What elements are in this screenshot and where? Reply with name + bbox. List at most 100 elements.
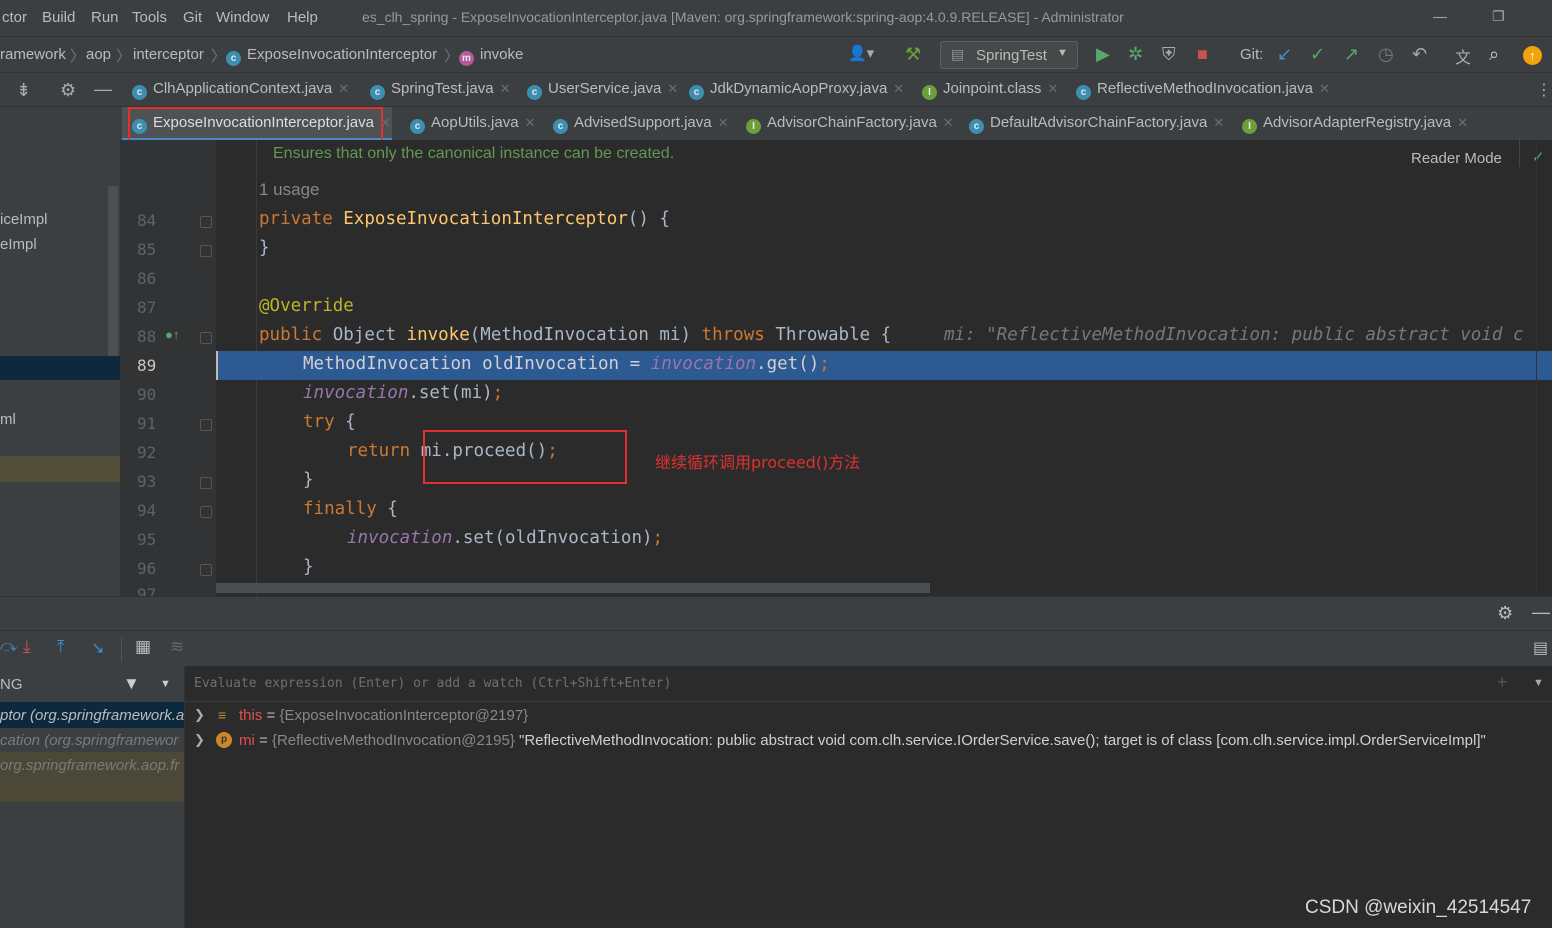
tab-userservice[interactable]: c UserService.java ✕ (527, 80, 678, 100)
menu-build[interactable]: Build (42, 9, 75, 26)
thread-selector[interactable]: NG (0, 676, 23, 693)
tab-clhapplicationcontext[interactable]: c ClhApplicationContext.java ✕ (132, 80, 349, 100)
fold-icon[interactable] (200, 332, 212, 344)
gear-icon[interactable]: ⚙ (60, 80, 76, 101)
close-icon[interactable]: ✕ (1213, 115, 1224, 130)
chevron-down-icon[interactable]: ▼ (160, 678, 171, 690)
close-icon[interactable]: ✕ (338, 81, 349, 96)
class-icon: c (132, 85, 147, 100)
tab-aoputils[interactable]: c AopUtils.java ✕ (410, 114, 535, 134)
rollback-icon[interactable]: ↶ (1412, 44, 1427, 65)
menu-git[interactable]: Git (183, 9, 202, 26)
tab-exposeinvocationinterceptor[interactable]: c ExposeInvocationInterceptor.java ✕ (132, 114, 391, 134)
tab-advisoradapterregistry[interactable]: I AdvisorAdapterRegistry.java ✕ (1242, 114, 1468, 134)
tab-reflectivemethodinvocation[interactable]: c ReflectiveMethodInvocation.java ✕ (1076, 80, 1330, 100)
project-item[interactable]: ml (0, 411, 16, 428)
tab-joinpoint[interactable]: I Joinpoint.class ✕ (922, 80, 1058, 100)
horizontal-scrollbar[interactable] (216, 583, 930, 593)
user-icon[interactable]: 👤▾ (848, 44, 874, 62)
collapse-icon[interactable]: ⇟ (16, 80, 31, 101)
tab-springtest[interactable]: c SpringTest.java ✕ (370, 80, 510, 100)
git-commit-icon[interactable]: ✓ (1310, 44, 1325, 65)
tab-defaultadvisorchainfactory[interactable]: c DefaultAdvisorChainFactory.java ✕ (969, 114, 1224, 134)
trace-icon[interactable]: ≋ (170, 637, 184, 657)
breadcrumb-aop[interactable]: aop (86, 46, 111, 63)
hide-panel-icon[interactable]: — (1532, 602, 1550, 623)
chevron-down-icon[interactable]: ▼ (1533, 677, 1544, 689)
tab-advisedsupport[interactable]: c AdvisedSupport.java ✕ (553, 114, 729, 134)
tab-jdkdynamicaopproxy[interactable]: c JdkDynamicAopProxy.java ✕ (689, 80, 904, 100)
git-push-icon[interactable]: ↗ (1344, 44, 1359, 65)
close-icon[interactable]: ✕ (525, 115, 536, 130)
project-item[interactable]: iceImpl (0, 211, 48, 228)
breadcrumb-method[interactable]: m invoke (459, 46, 523, 66)
close-icon[interactable]: ✕ (1047, 81, 1058, 96)
project-highlight-row[interactable] (0, 456, 120, 482)
evaluate-input[interactable]: Evaluate expression (Enter) or add a wat… (194, 676, 671, 691)
menu-help[interactable]: Help (287, 9, 318, 26)
fold-icon[interactable] (200, 245, 212, 257)
evaluate-icon[interactable]: ▦ (135, 637, 151, 657)
run-config-select[interactable]: ▤ SpringTest ▼ (940, 41, 1078, 69)
add-watch-icon[interactable]: + (1497, 672, 1508, 693)
close-icon[interactable]: ✕ (380, 115, 391, 130)
hide-panel-icon[interactable]: — (94, 79, 112, 100)
minimize-icon[interactable]: — (1433, 8, 1447, 24)
translate-icon[interactable]: 文 (1455, 44, 1471, 68)
fold-icon[interactable] (200, 216, 212, 228)
gear-icon[interactable]: ⚙ (1497, 603, 1513, 624)
menu-run[interactable]: Run (91, 9, 119, 26)
run-icon[interactable]: ▶ (1096, 44, 1110, 65)
close-icon[interactable]: ✕ (667, 81, 678, 96)
menu-window[interactable]: Window (216, 9, 269, 26)
vertical-scrollbar-track[interactable] (1536, 140, 1552, 596)
update-icon[interactable]: ↑ (1523, 46, 1542, 65)
git-update-icon[interactable]: ↙ (1277, 44, 1292, 65)
breadcrumb-interceptor[interactable]: interceptor (133, 46, 204, 63)
override-marker-icon[interactable]: ●↑ (165, 327, 179, 342)
stop-icon[interactable]: ■ (1197, 44, 1208, 65)
code-line-91: try { (303, 412, 356, 432)
close-icon[interactable]: ✕ (893, 81, 904, 96)
coverage-icon[interactable]: ⛨ (1162, 44, 1176, 65)
filter-icon[interactable]: ▼ (123, 674, 140, 694)
expand-icon[interactable]: ❯ (194, 732, 205, 748)
evaluate-bar[interactable]: Evaluate expression (Enter) or add a wat… (185, 666, 1552, 702)
frame-item[interactable]: ptor (org.springframework.a (0, 707, 184, 724)
tab-advisorchainfactory[interactable]: I AdvisorChainFactory.java ✕ (746, 114, 954, 134)
menu-tools[interactable]: Tools (132, 9, 167, 26)
frame-item[interactable]: org.springframework.aop.fr (0, 757, 179, 774)
debug-icon[interactable]: ✲ (1128, 44, 1143, 65)
fold-icon[interactable] (200, 419, 212, 431)
close-icon[interactable]: ✕ (1457, 115, 1468, 130)
breadcrumb-framework[interactable]: ramework (0, 46, 66, 63)
project-selected-row[interactable] (0, 356, 120, 380)
close-icon[interactable]: ✕ (500, 81, 511, 96)
close-icon[interactable]: ✕ (1319, 81, 1330, 96)
fold-icon[interactable] (200, 506, 212, 518)
step-over-icon[interactable]: ⤼ (0, 638, 17, 656)
restore-icon[interactable]: ❐ (1492, 8, 1505, 25)
variable-mi[interactable]: mi = {ReflectiveMethodInvocation@2195} "… (239, 732, 1486, 749)
menu-refactor[interactable]: ctor (2, 9, 27, 26)
expand-icon[interactable]: ❯ (194, 707, 205, 723)
variable-this[interactable]: this = {ExposeInvocationInterceptor@2197… (239, 707, 528, 724)
layout-icon[interactable]: ▤ (1533, 638, 1548, 658)
search-icon[interactable]: ⌕ (1489, 44, 1499, 65)
step-out-icon[interactable]: ⤒ (57, 637, 65, 657)
fold-icon[interactable] (200, 564, 212, 576)
run-to-cursor-icon[interactable]: ↘ (91, 638, 104, 658)
close-icon[interactable]: ✕ (718, 115, 729, 130)
step-into-icon[interactable]: ⤓ (23, 637, 31, 657)
frame-item[interactable]: cation (org.springframewor (0, 732, 178, 749)
scrollbar[interactable] (108, 186, 118, 356)
history-icon[interactable]: ◷ (1378, 44, 1394, 65)
breadcrumb-class[interactable]: c ExposeInvocationInterceptor (226, 46, 437, 66)
reader-mode-button[interactable]: Reader Mode (1411, 150, 1502, 167)
usage-hint[interactable]: 1 usage (259, 180, 320, 200)
build-hammer-icon[interactable]: ⚒ (905, 44, 921, 65)
close-icon[interactable]: ✕ (943, 115, 954, 130)
more-tabs-icon[interactable]: ⋮ (1536, 80, 1552, 100)
fold-icon[interactable] (200, 477, 212, 489)
project-item[interactable]: eImpl (0, 236, 37, 253)
